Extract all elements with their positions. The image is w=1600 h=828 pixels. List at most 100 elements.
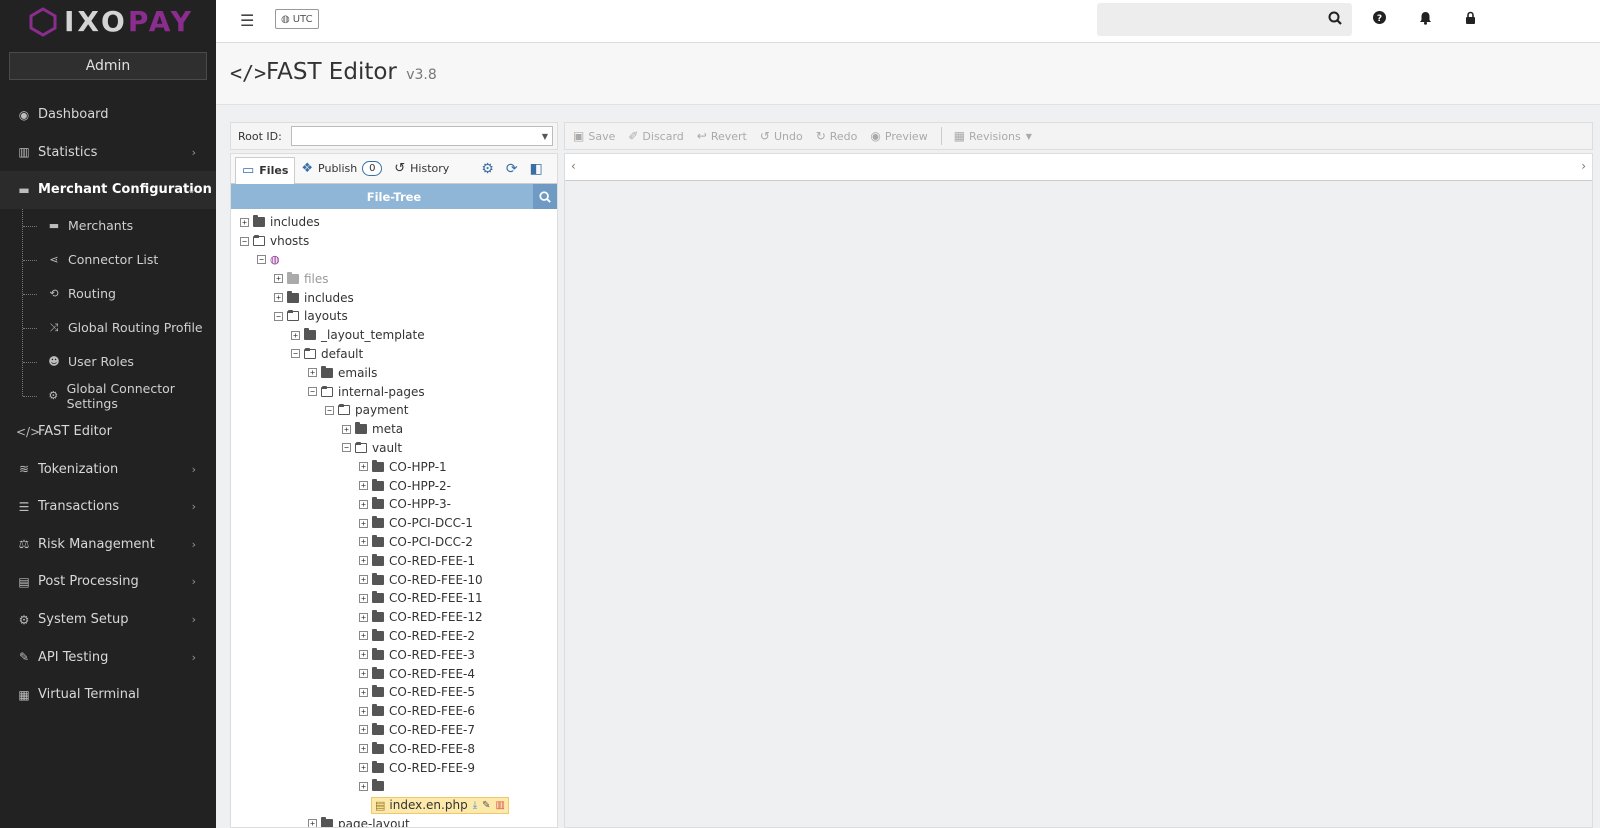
tree-node[interactable]: − default [231,345,557,364]
search-icon[interactable] [1328,11,1342,29]
tree-node[interactable]: + files [231,269,557,288]
tree-node[interactable]: + includes [231,288,557,307]
trash-icon[interactable]: ▥ [496,800,505,811]
tree-node[interactable]: + CO-HPP-2- [231,476,557,495]
tree-node[interactable]: + CO-RED-FEE-2 [231,627,557,646]
sidebar-item-fast-editor[interactable]: </> FAST Editor [0,413,216,451]
tree-node[interactable]: + CO-PCI-DCC-2 [231,533,557,552]
expand-toggle-icon[interactable]: + [359,725,368,735]
refresh-icon[interactable]: ⟳ [506,161,518,177]
expand-toggle-icon[interactable]: + [359,537,368,547]
expand-toggle-icon[interactable]: + [359,744,368,754]
menu-toggle-icon[interactable]: ☰ [240,11,254,30]
collapse-panel-icon[interactable]: ◧ [530,161,543,177]
scroll-right-icon[interactable]: › [1581,159,1586,173]
revert-button[interactable]: ↩ Revert [697,129,747,143]
tree-node[interactable]: + includes [231,213,557,232]
tree-node[interactable]: + [231,777,557,796]
revisions-dropdown[interactable]: ▦ Revisions ▼ [954,129,1032,143]
tree-node[interactable]: + CO-HPP-1 [231,457,557,476]
tree-node[interactable]: + CO-RED-FEE-6 [231,702,557,721]
help-icon[interactable]: ? [1373,11,1386,28]
expand-toggle-icon[interactable]: + [359,612,368,622]
tab-files[interactable]: ▭ Files [235,156,296,185]
tree-node[interactable]: + CO-RED-FEE-11 [231,589,557,608]
expand-toggle-icon[interactable]: + [359,462,368,472]
scroll-left-icon[interactable]: ‹ [571,159,576,173]
collapse-toggle-icon[interactable]: − [274,311,283,321]
redo-button[interactable]: ↻ Redo [816,129,858,143]
tree-node[interactable]: + page-layout [231,815,557,827]
tree-node[interactable]: + CO-HPP-3- [231,495,557,514]
collapse-toggle-icon[interactable]: − [291,349,300,359]
collapse-toggle-icon[interactable]: − [342,443,351,453]
sidebar-subitem-connector-list[interactable]: ⋖ Connector List [0,243,216,277]
sidebar-item-virtual-terminal[interactable]: ▦ Virtual Terminal [0,676,216,714]
expand-toggle-icon[interactable]: + [359,781,368,791]
tree-node[interactable]: + CO-RED-FEE-5 [231,683,557,702]
sidebar-item-dashboard[interactable]: ◉ Dashboard [0,96,216,134]
sidebar-item-tokenization[interactable]: ≋ Tokenization › [0,450,216,488]
download-icon[interactable]: ⤓ [473,800,477,811]
sidebar-subitem-routing[interactable]: ⟲ Routing [0,277,216,311]
sidebar-item-post-processing[interactable]: ▤ Post Processing › [0,563,216,601]
sidebar-item-transactions[interactable]: ☰ Transactions › [0,488,216,526]
tree-node[interactable]: + CO-RED-FEE-9 [231,758,557,777]
settings-cogs-icon[interactable]: ⚙ [481,161,494,177]
sidebar-subitem-global-routing-profile[interactable]: ⤨ Global Routing Profile [0,311,216,345]
tree-node[interactable]: − layouts [231,307,557,326]
selected-file-row[interactable]: ▤ index.en.php ⤓ ✎ ▥ [371,796,509,814]
tree-node[interactable]: − vault [231,439,557,458]
expand-toggle-icon[interactable]: + [291,330,300,340]
preview-button[interactable]: ◉ Preview [870,129,927,143]
tree-node[interactable]: + CO-RED-FEE-8 [231,739,557,758]
tree-node[interactable]: + CO-RED-FEE-3 [231,645,557,664]
logo[interactable]: IXOPAY [0,0,216,43]
expand-toggle-icon[interactable]: + [359,593,368,603]
search-input[interactable] [1097,3,1352,36]
expand-toggle-icon[interactable]: + [342,424,351,434]
tree-node[interactable]: + CO-RED-FEE-7 [231,721,557,740]
user-role-label[interactable]: Admin [9,52,207,80]
collapse-toggle-icon[interactable]: − [257,255,266,265]
expand-toggle-icon[interactable]: + [359,518,368,528]
expand-toggle-icon[interactable]: + [240,217,249,227]
expand-toggle-icon[interactable]: + [308,819,317,827]
expand-toggle-icon[interactable]: + [359,706,368,716]
tree-search-icon[interactable] [533,184,557,209]
tree-file[interactable]: ▤ index.en.php ⤓ ✎ ▥ [231,796,557,815]
sidebar-item-system-setup[interactable]: ⚙ System Setup › [0,601,216,639]
bell-icon[interactable] [1419,11,1432,29]
sidebar-subitem-merchants[interactable]: ▬ Merchants [0,209,216,243]
tree-node[interactable]: − payment [231,401,557,420]
expand-toggle-icon[interactable]: + [359,499,368,509]
sidebar-item-merchant-configuration[interactable]: ▬ Merchant Configuration ⌄ [0,171,216,209]
expand-toggle-icon[interactable]: + [359,631,368,641]
tree-node[interactable]: − vhosts [231,232,557,251]
timezone-badge[interactable]: ◍ UTC [275,9,319,29]
expand-toggle-icon[interactable]: + [359,763,368,772]
expand-toggle-icon[interactable]: + [274,274,283,284]
expand-toggle-icon[interactable]: + [359,556,368,566]
tree-node[interactable]: + CO-RED-FEE-10 [231,570,557,589]
expand-toggle-icon[interactable]: + [308,368,317,378]
collapse-toggle-icon[interactable]: − [240,236,249,246]
sidebar-item-statistics[interactable]: ▥ Statistics › [0,134,216,172]
tree-node[interactable]: + meta [231,420,557,439]
tree-node[interactable]: + _layout_template [231,326,557,345]
expand-toggle-icon[interactable]: + [359,687,368,697]
sidebar-subitem-global-connector-settings[interactable]: ⚙ Global Connector Settings [0,379,216,413]
lock-icon[interactable] [1465,11,1476,28]
expand-toggle-icon[interactable]: + [359,575,368,585]
expand-toggle-icon[interactable]: + [359,481,368,491]
tree-node[interactable]: + emails [231,363,557,382]
tree-node[interactable]: + CO-RED-FEE-12 [231,608,557,627]
expand-toggle-icon[interactable]: + [274,293,283,303]
expand-toggle-icon[interactable]: + [359,650,368,660]
discard-button[interactable]: ✐ Discard [628,129,683,143]
root-id-select[interactable]: ▼ [291,126,553,146]
tab-history[interactable]: ↺ History [388,156,455,182]
sidebar-item-api-testing[interactable]: ✎ API Testing › [0,638,216,676]
tree-node[interactable]: + CO-PCI-DCC-1 [231,514,557,533]
tree-node[interactable]: − internal-pages [231,382,557,401]
